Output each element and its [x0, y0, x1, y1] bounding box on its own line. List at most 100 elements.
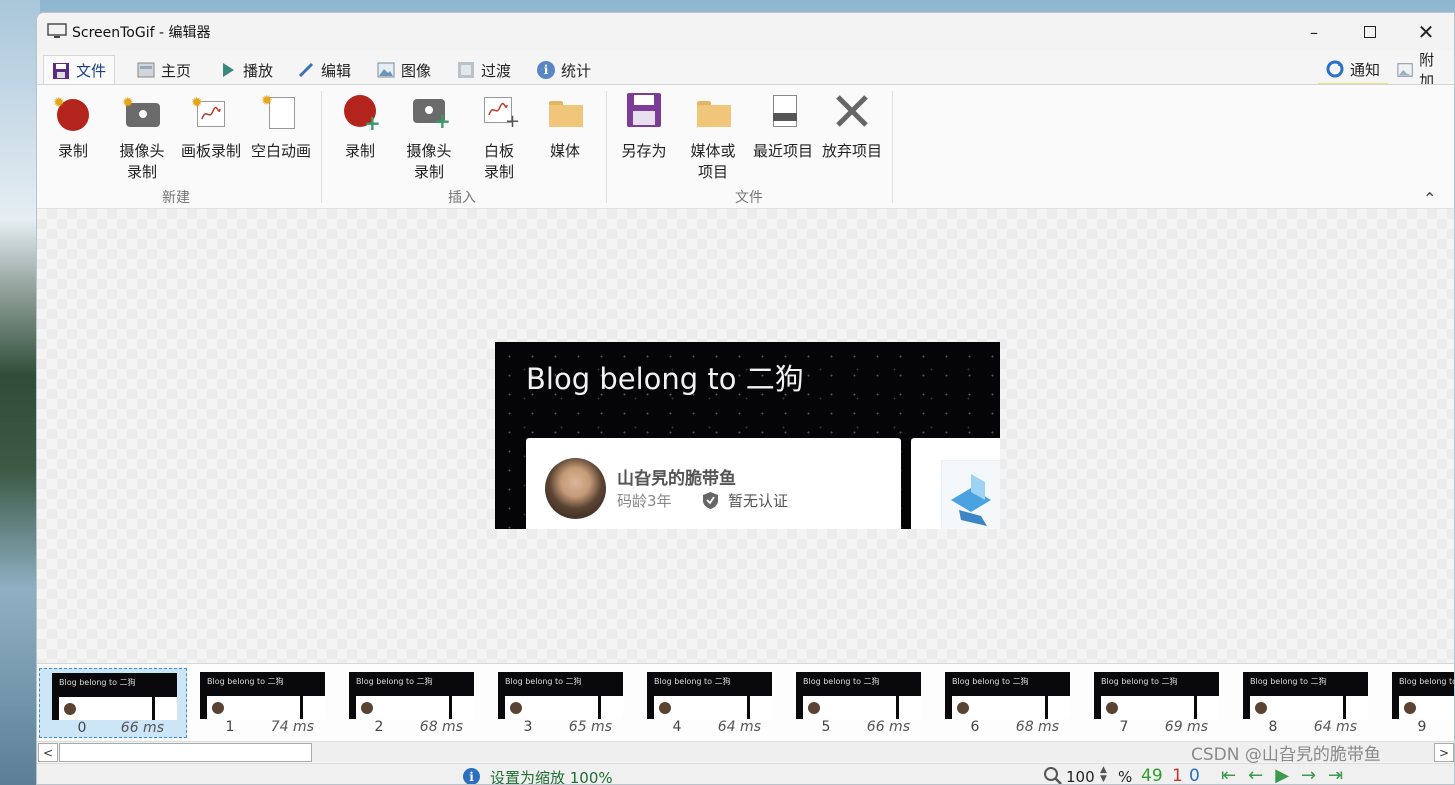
open-media-project-button[interactable]: 媒体或 项目	[686, 91, 740, 183]
floppy-icon	[624, 91, 664, 131]
frame-thumbnail[interactable]: Blog belong to 二狗 8 64 ms	[1231, 668, 1379, 738]
frame-thumbnail-image: Blog belong to 二狗	[1392, 672, 1454, 719]
thumbnail-title: Blog belong to 二狗	[952, 677, 1029, 686]
selected-count: 1	[1172, 766, 1183, 785]
tab-transition[interactable]: 过渡	[449, 55, 519, 85]
collapse-ribbon-icon[interactable]: ⌃	[1423, 189, 1436, 208]
frame-thumbnail[interactable]: Blog belong to 二狗 0 66 ms	[39, 668, 187, 738]
insert-record-label: 录制	[344, 142, 375, 160]
tab-extras[interactable]: 附加	[1389, 51, 1454, 90]
webcam-record-button[interactable]: ✹ 摄像头 录制	[116, 91, 168, 183]
avatar	[545, 458, 606, 519]
zoom-input[interactable]: 100	[1066, 768, 1095, 784]
window-title: ScreenToGif - 编辑器	[72, 25, 211, 41]
preview-side-card	[911, 438, 1000, 529]
tab-statistics[interactable]: i 统计	[529, 55, 599, 85]
insert-webcam-button[interactable]: + 摄像头 录制	[403, 91, 455, 183]
thumbnail-avatar	[659, 702, 671, 714]
image-icon	[377, 62, 395, 78]
scroll-left-button[interactable]: <	[38, 743, 58, 762]
group-separator	[606, 91, 607, 203]
record-label: 录制	[57, 142, 88, 160]
tab-file[interactable]: 文件	[43, 55, 116, 85]
frame-thumbnail[interactable]: Blog belong to 二狗 2 68 ms	[337, 668, 485, 738]
blank-page-icon: ✹	[261, 91, 301, 131]
frame-number: 6	[970, 719, 980, 735]
frame-delay: 66 ms	[120, 720, 164, 736]
board-record-label: 画板录制	[180, 142, 241, 160]
thumbnail-side-card	[750, 696, 772, 719]
frame-thumbnail-image: Blog belong to 二狗	[200, 672, 325, 719]
zoom-stepper[interactable]: ▲ ▼	[1100, 766, 1107, 784]
frame-count: 49	[1141, 766, 1163, 785]
frame-delay: 64 ms	[1313, 719, 1357, 735]
thumbnail-side-card	[1197, 696, 1219, 719]
tab-edit[interactable]: 编辑	[289, 55, 359, 85]
recent-projects-button[interactable]: 最近项目	[750, 91, 816, 162]
frame-thumbnail-image: Blog belong to 二狗	[945, 672, 1070, 719]
thumbnail-title: Blog belong to 二狗	[803, 677, 880, 686]
insert-media-label: 媒体	[549, 142, 580, 160]
frame-thumbnail[interactable]: Blog belong to 二狗 6 68 ms	[933, 668, 1081, 738]
info-icon: i	[463, 768, 480, 784]
scroll-thumb[interactable]	[59, 743, 312, 762]
refresh-icon	[1326, 60, 1344, 78]
frame-thumbnail[interactable]: Blog belong to 二狗 9	[1380, 668, 1454, 738]
frame-thumbnail[interactable]: Blog belong to 二狗 7 69 ms	[1082, 668, 1230, 738]
camera-add-icon: +	[409, 91, 451, 132]
frame-delay: 69 ms	[1164, 719, 1208, 735]
home-icon	[137, 62, 155, 78]
frame-thumbnail[interactable]: Blog belong to 二狗 5 66 ms	[784, 668, 932, 738]
magnifier-icon	[1044, 767, 1062, 784]
board-record-button[interactable]: ✹ 画板录制	[179, 91, 243, 162]
desktop-background	[0, 0, 40, 785]
discard-icon	[832, 91, 872, 131]
frame-thumbnail[interactable]: Blog belong to 二狗 4 64 ms	[635, 668, 783, 738]
save-as-button[interactable]: 另存为	[617, 91, 671, 162]
last-frame-icon[interactable]: ⇥	[1328, 765, 1355, 784]
frame-thumbnail-image: Blog belong to 二狗	[52, 673, 177, 720]
webcam-record-label: 摄像头 录制	[119, 142, 165, 181]
scroll-right-button[interactable]: >	[1434, 743, 1454, 762]
thumbnail-title: Blog belong to 二狗	[654, 677, 731, 686]
thumbnail-side-card	[452, 696, 474, 719]
preview-age: 码龄3年	[617, 492, 672, 510]
next-frame-icon[interactable]: →	[1301, 765, 1328, 784]
minimize-button[interactable]: –	[1286, 13, 1342, 51]
play-frames-icon[interactable]: ▶	[1275, 765, 1301, 784]
previous-frame-icon[interactable]: ←	[1248, 765, 1275, 784]
record-button[interactable]: ✹ 录制	[47, 91, 99, 162]
title-bar: ScreenToGif - 编辑器 – ✕	[37, 13, 1454, 51]
open-media-project-label: 媒体或 项目	[690, 142, 736, 181]
first-frame-icon[interactable]: ⇤	[1221, 765, 1248, 784]
status-bar: i 设置为缩放 100% 100 ▲ ▼ % 49 1 0 ⇤←▶→⇥	[37, 763, 1454, 785]
status-message: 设置为缩放 100%	[490, 769, 613, 785]
frame-thumbnail[interactable]: Blog belong to 二狗 3 65 ms	[486, 668, 634, 738]
tab-play[interactable]: 播放	[211, 55, 281, 85]
insert-record-button[interactable]: + 录制	[334, 91, 386, 162]
frame-thumbnail-image: Blog belong to 二狗	[498, 672, 623, 719]
thumbnail-title: Blog belong to 二狗	[356, 677, 433, 686]
blank-animation-label: 空白动画	[250, 142, 311, 160]
frame-delay: 64 ms	[717, 719, 761, 735]
insert-board-button[interactable]: + 白板 录制	[477, 91, 521, 183]
insert-board-label: 白板 录制	[483, 142, 514, 181]
tab-image[interactable]: 图像	[369, 55, 439, 85]
tab-notifications[interactable]: 通知	[1318, 55, 1389, 85]
play-icon	[223, 63, 234, 77]
discard-project-button[interactable]: 放弃项目	[819, 91, 885, 162]
blank-animation-button[interactable]: ✹ 空白动画	[249, 91, 313, 162]
frame-delay: 65 ms	[568, 719, 612, 735]
close-button[interactable]: ✕	[1398, 13, 1454, 51]
thumbnail-avatar	[64, 703, 76, 715]
frame-canvas[interactable]: Blog belong to 二狗 山旮旯的脆带鱼 码龄3年 暂无认证	[37, 209, 1454, 663]
frame-thumbnail[interactable]: Blog belong to 二狗 1 74 ms	[188, 668, 336, 738]
record-add-icon: +	[340, 91, 381, 134]
tab-label: 编辑	[321, 61, 352, 80]
tab-home[interactable]: 主页	[129, 55, 199, 85]
open-folder-icon	[693, 91, 733, 131]
save-icon	[53, 62, 69, 79]
insert-media-button[interactable]: 媒体	[543, 91, 587, 162]
folder-icon	[545, 91, 585, 131]
maximize-button[interactable]	[1342, 13, 1398, 51]
